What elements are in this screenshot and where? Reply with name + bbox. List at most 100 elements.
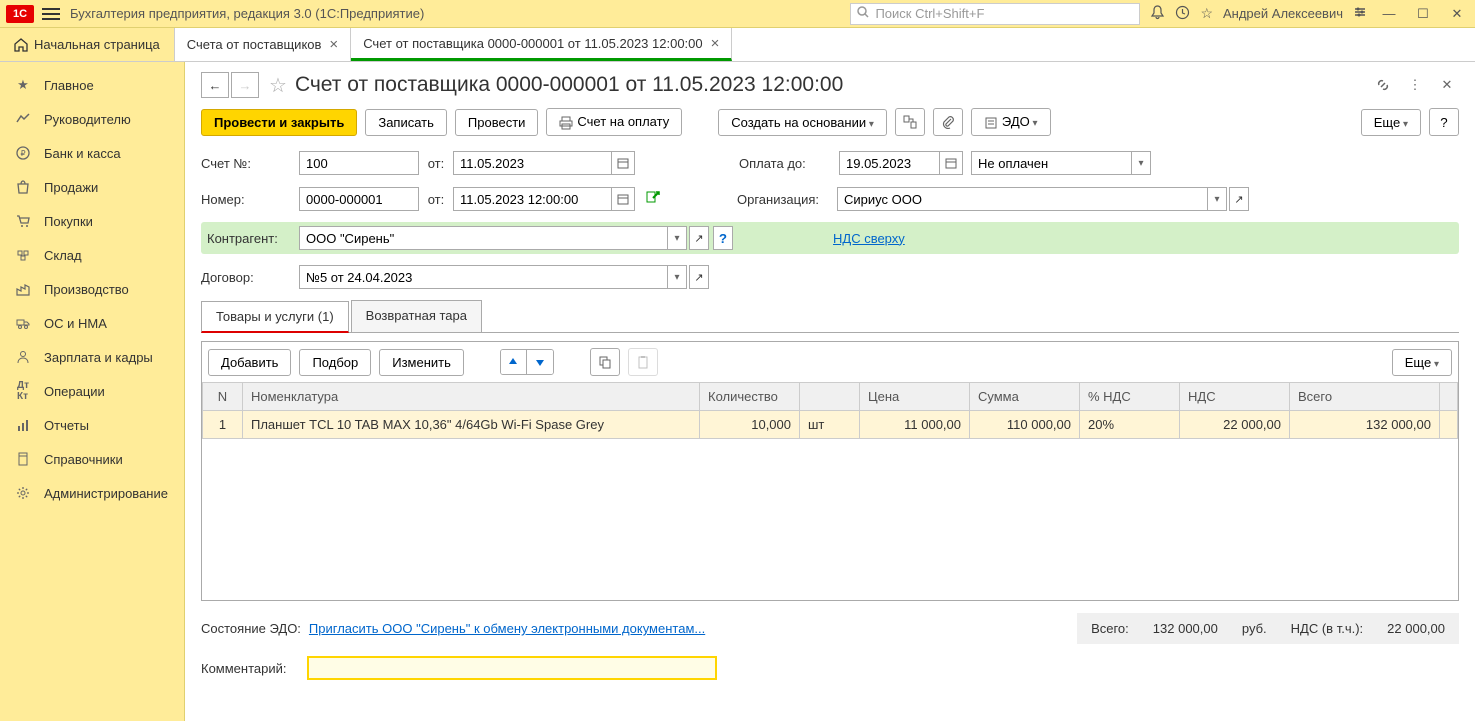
chevron-down-icon[interactable]: ▾	[667, 226, 687, 250]
open-icon[interactable]: ↗	[689, 265, 709, 289]
sidebar-item-catalogs[interactable]: Справочники	[0, 442, 184, 476]
add-row-button[interactable]: Добавить	[208, 349, 291, 376]
favorite-icon[interactable]: ☆	[269, 73, 287, 98]
copy-button[interactable]	[590, 348, 620, 376]
help-button[interactable]: ?	[713, 226, 733, 250]
payment-status-select[interactable]	[971, 151, 1131, 175]
number-input[interactable]	[299, 187, 419, 211]
sidebar-label: Производство	[44, 282, 129, 297]
col-vat-pct[interactable]: % НДС	[1080, 383, 1180, 411]
sidebar-item-bank[interactable]: ₽Банк и касса	[0, 136, 184, 170]
history-icon[interactable]	[1175, 5, 1190, 23]
sidebar-item-sales[interactable]: Продажи	[0, 170, 184, 204]
attachment-button[interactable]	[933, 108, 963, 136]
col-unit[interactable]	[800, 383, 860, 411]
col-total[interactable]: Всего	[1290, 383, 1440, 411]
edit-button[interactable]: Изменить	[379, 349, 464, 376]
account-no-input[interactable]	[299, 151, 419, 175]
edo-button[interactable]: ЭДО	[971, 108, 1051, 136]
close-button[interactable]: ✕	[1445, 4, 1469, 24]
payment-until-input[interactable]	[839, 151, 939, 175]
sidebar-item-main[interactable]: ★Главное	[0, 68, 184, 102]
settings-icon[interactable]	[1353, 5, 1367, 22]
sidebar-item-assets[interactable]: ОС и НМА	[0, 306, 184, 340]
pick-button[interactable]: Подбор	[299, 349, 371, 376]
sidebar-item-operations[interactable]: ДтКтОперации	[0, 374, 184, 408]
org-select[interactable]	[837, 187, 1207, 211]
tab-invoice-list[interactable]: Счета от поставщиков ×	[175, 28, 351, 61]
home-tab[interactable]: Начальная страница	[0, 28, 175, 61]
tab-invoice-doc[interactable]: Счет от поставщика 0000-000001 от 11.05.…	[351, 28, 732, 61]
star-icon[interactable]: ☆	[1200, 5, 1213, 22]
sidebar-item-warehouse[interactable]: Склад	[0, 238, 184, 272]
user-name[interactable]: Андрей Алексеевич	[1223, 6, 1343, 21]
number-date-input[interactable]	[453, 187, 611, 211]
sidebar-item-reports[interactable]: Отчеты	[0, 408, 184, 442]
col-qty[interactable]: Количество	[700, 383, 800, 411]
menu-icon[interactable]	[42, 5, 60, 23]
cart-icon	[14, 212, 32, 230]
chevron-down-icon[interactable]: ▾	[667, 265, 687, 289]
tab-goods[interactable]: Товары и услуги (1)	[201, 301, 349, 333]
vat-mode-link[interactable]: НДС сверху	[833, 231, 905, 246]
move-up-button[interactable]	[501, 350, 527, 374]
close-icon[interactable]: ✕	[1435, 73, 1459, 97]
more-button[interactable]: Еще	[1361, 109, 1421, 136]
print-invoice-button[interactable]: Счет на оплату	[546, 108, 682, 136]
contract-select[interactable]	[299, 265, 667, 289]
col-sum[interactable]: Сумма	[970, 383, 1080, 411]
counterparty-select[interactable]	[299, 226, 667, 250]
calendar-icon[interactable]	[611, 187, 635, 211]
bell-icon[interactable]	[1150, 5, 1165, 23]
cell-vat-pct[interactable]: 20%	[1080, 411, 1180, 439]
open-icon[interactable]: ↗	[1229, 187, 1249, 211]
sidebar-item-manager[interactable]: Руководителю	[0, 102, 184, 136]
kebab-icon[interactable]: ⋮	[1403, 73, 1427, 97]
related-docs-button[interactable]	[895, 108, 925, 136]
sidebar-label: Продажи	[44, 180, 98, 195]
sidebar-item-admin[interactable]: Администрирование	[0, 476, 184, 510]
cell-vat[interactable]: 22 000,00	[1180, 411, 1290, 439]
star-icon: ★	[14, 76, 32, 94]
col-nomenclature[interactable]: Номенклатура	[243, 383, 700, 411]
post-close-button[interactable]: Провести и закрыть	[201, 109, 357, 136]
table-more-button[interactable]: Еще	[1392, 349, 1452, 376]
close-icon[interactable]: ×	[329, 36, 338, 53]
cell-sum[interactable]: 110 000,00	[970, 411, 1080, 439]
minimize-button[interactable]: —	[1377, 4, 1401, 24]
col-n[interactable]: N	[203, 383, 243, 411]
link-icon[interactable]	[1371, 73, 1395, 97]
save-button[interactable]: Записать	[365, 109, 447, 136]
help-button[interactable]: ?	[1429, 108, 1459, 136]
sidebar-item-production[interactable]: Производство	[0, 272, 184, 306]
cell-nomenclature[interactable]: Планшет TCL 10 TAB MAX 10,36" 4/64Gb Wi-…	[243, 411, 700, 439]
table-row[interactable]: 1 Планшет TCL 10 TAB MAX 10,36" 4/64Gb W…	[203, 411, 1458, 439]
cell-price[interactable]: 11 000,00	[860, 411, 970, 439]
col-vat[interactable]: НДС	[1180, 383, 1290, 411]
cell-n[interactable]: 1	[203, 411, 243, 439]
edo-invite-link[interactable]: Пригласить ООО "Сирень" к обмену электро…	[309, 621, 705, 636]
sidebar-item-purchases[interactable]: Покупки	[0, 204, 184, 238]
comment-input[interactable]	[307, 656, 717, 680]
account-date-input[interactable]	[453, 151, 611, 175]
col-price[interactable]: Цена	[860, 383, 970, 411]
chevron-down-icon[interactable]: ▾	[1131, 151, 1151, 175]
paste-button[interactable]	[628, 348, 658, 376]
open-icon[interactable]: ↗	[689, 226, 709, 250]
sidebar-item-hr[interactable]: Зарплата и кадры	[0, 340, 184, 374]
tab-tare[interactable]: Возвратная тара	[351, 300, 482, 332]
post-button[interactable]: Провести	[455, 109, 539, 136]
cell-total[interactable]: 132 000,00	[1290, 411, 1440, 439]
create-based-button[interactable]: Создать на основании	[718, 109, 887, 136]
move-down-button[interactable]	[527, 350, 553, 374]
nav-back-button[interactable]: ←	[201, 72, 229, 98]
calendar-icon[interactable]	[611, 151, 635, 175]
maximize-button[interactable]: ☐	[1411, 4, 1435, 24]
calendar-icon[interactable]	[939, 151, 963, 175]
cell-qty[interactable]: 10,000	[700, 411, 800, 439]
close-icon[interactable]: ×	[711, 35, 720, 52]
chevron-down-icon[interactable]: ▾	[1207, 187, 1227, 211]
nav-forward-button[interactable]: →	[231, 72, 259, 98]
cell-unit[interactable]: шт	[800, 411, 860, 439]
global-search[interactable]: Поиск Ctrl+Shift+F	[850, 3, 1140, 25]
